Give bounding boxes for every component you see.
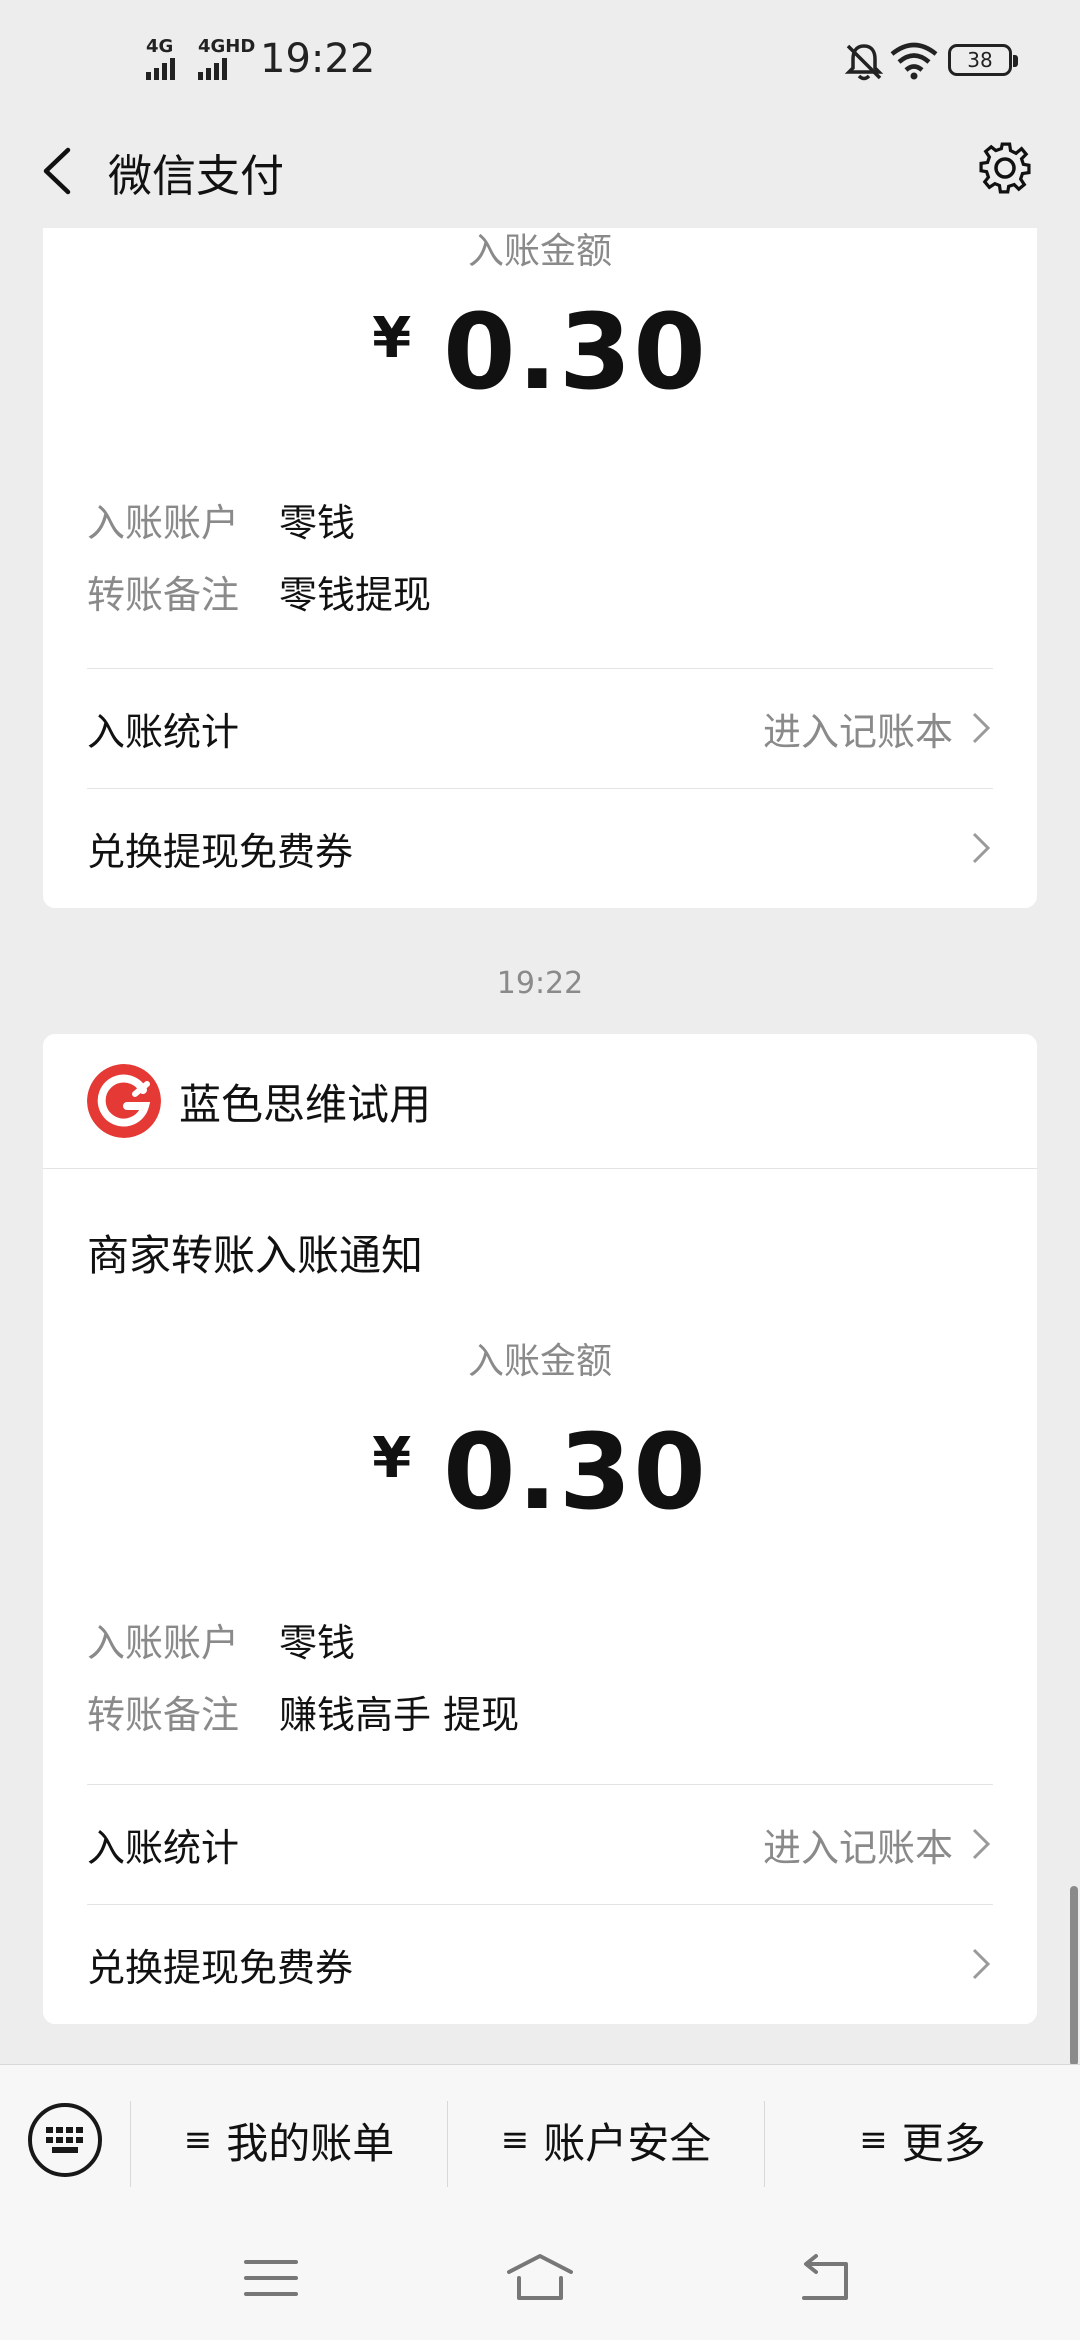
sim2-signal-icon: 4GHD bbox=[198, 38, 255, 80]
menu-list-icon: ≡ bbox=[183, 2120, 213, 2160]
info-row-remark: 转账备注 零钱提现 bbox=[87, 564, 431, 619]
merchant-logo-icon bbox=[87, 1064, 161, 1138]
sim1-label: 4G bbox=[146, 36, 174, 57]
ledger-link-text: 进入记账本 bbox=[762, 1825, 953, 1870]
home-icon[interactable] bbox=[505, 2248, 575, 2308]
gear-icon bbox=[979, 142, 1031, 194]
back-arrow-icon[interactable] bbox=[30, 136, 90, 206]
coupon-link[interactable]: 兑换提现免费券 bbox=[87, 1905, 993, 2023]
stats-label: 入账统计 bbox=[87, 709, 240, 754]
menu-list-icon: ≡ bbox=[500, 2120, 530, 2160]
amount-display: ¥ 0.30 bbox=[43, 1420, 1037, 1524]
coupon-link[interactable]: 兑换提现免费券 bbox=[87, 789, 993, 907]
amount-label: 入账金额 bbox=[467, 231, 612, 272]
menu-icon[interactable] bbox=[236, 2248, 306, 2308]
menu-label: 更多 bbox=[901, 2118, 986, 2168]
info-row-remark: 转账备注 赚钱高手 提现 bbox=[87, 1684, 519, 1739]
scrollbar-thumb[interactable] bbox=[1070, 1886, 1078, 2066]
notice-title: 商家转账入账通知 bbox=[87, 1231, 424, 1280]
battery-level: 38 bbox=[967, 48, 993, 72]
sim2-label: 4GHD bbox=[198, 36, 256, 57]
info-value: 零钱提现 bbox=[279, 573, 432, 617]
status-bar: 4G 4GHD 19:22 38 bbox=[0, 0, 1080, 112]
keyboard-icon bbox=[46, 2127, 83, 2153]
back-icon[interactable] bbox=[790, 2248, 860, 2308]
amount-label: 入账金额 bbox=[467, 1341, 612, 1382]
stats-link[interactable]: 入账统计 进入记账本 bbox=[87, 669, 993, 787]
info-value: 零钱 bbox=[279, 501, 356, 545]
info-value: 赚钱高手 提现 bbox=[279, 1693, 520, 1737]
info-row-account: 入账账户 零钱 bbox=[87, 1612, 355, 1667]
currency-symbol: ¥ bbox=[372, 1426, 412, 1491]
info-key: 转账备注 bbox=[87, 1693, 240, 1737]
wifi-icon bbox=[890, 42, 938, 80]
menu-list-icon: ≡ bbox=[859, 2120, 888, 2160]
chevron-right-icon bbox=[972, 712, 991, 744]
chevron-right-icon bbox=[972, 1828, 991, 1860]
bottom-menu: ≡ 我的账单 ≡ 账户安全 ≡ 更多 bbox=[0, 2064, 1080, 2214]
sim1-signal-icon: 4G bbox=[146, 38, 175, 80]
chevron-right-icon bbox=[972, 1948, 991, 1980]
amount-display: ¥ 0.30 bbox=[43, 300, 1037, 404]
status-time: 19:22 bbox=[260, 36, 376, 82]
info-key: 入账账户 bbox=[87, 501, 240, 545]
message-timestamp: 19:22 bbox=[496, 966, 584, 1001]
page-title: 微信支付 bbox=[108, 151, 284, 202]
menu-label: 我的账单 bbox=[226, 2118, 395, 2168]
battery-icon: 38 bbox=[948, 44, 1018, 76]
keyboard-toggle-button[interactable] bbox=[28, 2103, 102, 2177]
menu-account-security[interactable]: ≡ 账户安全 bbox=[448, 2105, 764, 2175]
menu-label: 账户安全 bbox=[543, 2118, 712, 2168]
divider bbox=[43, 1168, 1037, 1169]
menu-my-bills[interactable]: ≡ 我的账单 bbox=[131, 2105, 447, 2175]
ledger-link-text: 进入记账本 bbox=[762, 709, 953, 754]
settings-button[interactable] bbox=[972, 130, 1038, 206]
menu-more[interactable]: ≡ 更多 bbox=[765, 2105, 1080, 2175]
info-key: 入账账户 bbox=[87, 1621, 240, 1665]
bell-muted-icon bbox=[844, 44, 884, 81]
nav-bar: 微信支付 bbox=[0, 112, 1080, 228]
coupon-label: 兑换提现免费券 bbox=[87, 829, 354, 874]
info-row-account: 入账账户 零钱 bbox=[87, 492, 355, 547]
stats-link[interactable]: 入账统计 进入记账本 bbox=[87, 1785, 993, 1903]
amount-value: 0.30 bbox=[443, 291, 708, 413]
amount-value: 0.30 bbox=[443, 1411, 708, 1533]
chevron-right-icon bbox=[972, 832, 991, 864]
merchant-header[interactable]: 蓝色思维试用 bbox=[87, 1064, 431, 1138]
merchant-name: 蓝色思维试用 bbox=[179, 1079, 432, 1129]
system-nav-bar bbox=[0, 2214, 1080, 2340]
transfer-card-1: 入账金额 ¥ 0.30 入账账户 零钱 转账备注 零钱提现 入账统计 进入记账本… bbox=[43, 228, 1037, 908]
info-value: 零钱 bbox=[279, 1621, 356, 1665]
coupon-label: 兑换提现免费券 bbox=[87, 1945, 354, 1990]
info-key: 转账备注 bbox=[87, 573, 240, 617]
transfer-card-2: 蓝色思维试用 商家转账入账通知 入账金额 ¥ 0.30 入账账户 零钱 转账备注… bbox=[43, 1034, 1037, 2024]
stats-label: 入账统计 bbox=[87, 1825, 240, 1870]
currency-symbol: ¥ bbox=[372, 306, 412, 371]
